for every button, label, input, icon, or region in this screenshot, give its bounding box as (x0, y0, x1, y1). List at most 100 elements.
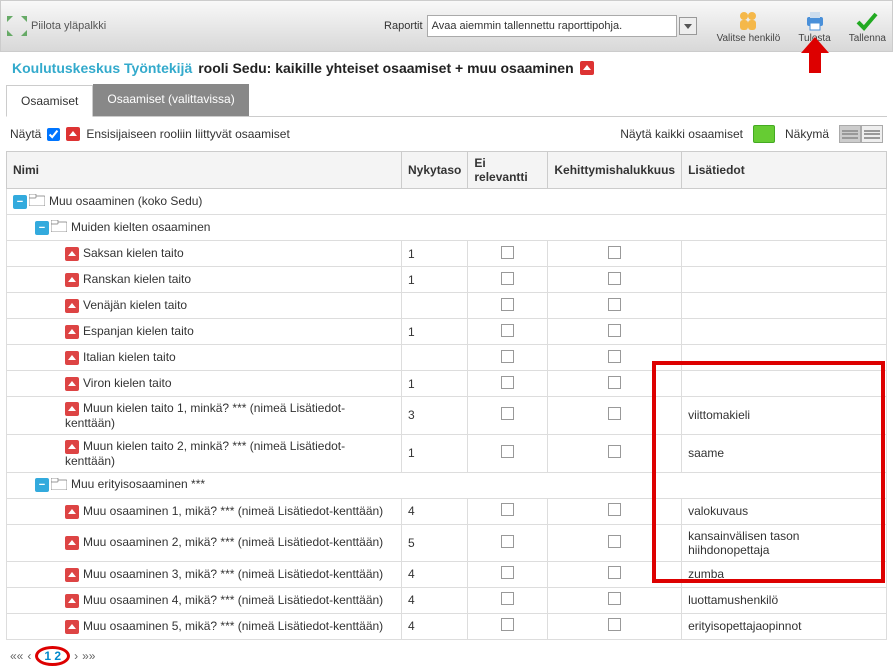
item-badge-icon (65, 594, 79, 608)
select-person-label: Valitse henkilö (717, 33, 781, 44)
info-cell[interactable] (682, 267, 887, 293)
level-cell[interactable]: 4 (402, 498, 468, 524)
develop-checkbox[interactable] (608, 445, 621, 458)
not-relevant-checkbox[interactable] (501, 246, 514, 259)
not-relevant-checkbox[interactable] (501, 324, 514, 337)
report-select[interactable]: Avaa aiemmin tallennettu raporttipohja. (427, 15, 677, 37)
level-cell[interactable]: 4 (402, 587, 468, 613)
item-name: Saksan kielen taito (83, 246, 184, 260)
develop-checkbox[interactable] (608, 376, 621, 389)
info-cell[interactable]: luottamushenkilö (682, 587, 887, 613)
col-name: Nimi (7, 152, 402, 189)
pager-last[interactable]: »» (82, 649, 95, 663)
level-cell[interactable]: 1 (402, 434, 468, 472)
develop-checkbox[interactable] (608, 592, 621, 605)
info-cell[interactable]: erityisopettajaopinnot (682, 613, 887, 639)
info-cell[interactable] (682, 241, 887, 267)
level-cell[interactable]: 1 (402, 319, 468, 345)
save-button[interactable]: Tallenna (849, 9, 886, 44)
info-cell[interactable]: zumba (682, 561, 887, 587)
item-name: Espanjan kielen taito (83, 324, 194, 338)
level-cell[interactable]: 4 (402, 561, 468, 587)
not-relevant-checkbox[interactable] (501, 407, 514, 420)
develop-checkbox[interactable] (608, 535, 621, 548)
develop-checkbox[interactable] (608, 566, 621, 579)
develop-checkbox[interactable] (608, 298, 621, 311)
page-title-row: Koulutuskeskus Työntekijä rooli Sedu: ka… (0, 52, 893, 84)
group-label: Muiden kielten osaaminen (71, 220, 210, 234)
item-badge-icon (65, 440, 79, 454)
report-select-value: Avaa aiemmin tallennettu raporttipohja. (432, 20, 623, 32)
develop-checkbox[interactable] (608, 246, 621, 259)
col-relevant: Ei relevantti (468, 152, 548, 189)
tab-competences[interactable]: Osaamiset (6, 85, 93, 117)
pager-page-1[interactable]: 1 (44, 649, 51, 663)
develop-checkbox[interactable] (608, 272, 621, 285)
not-relevant-checkbox[interactable] (501, 535, 514, 548)
filter-row: Näytä Ensisijaiseen rooliin liittyvät os… (0, 117, 893, 151)
col-develop: Kehittymishalukkuus (548, 152, 682, 189)
level-cell[interactable]: 3 (402, 397, 468, 435)
not-relevant-checkbox[interactable] (501, 618, 514, 631)
item-name: Muu osaaminen 3, mikä? *** (nimeä Lisäti… (83, 567, 383, 581)
pager-next[interactable]: › (74, 649, 78, 663)
develop-checkbox[interactable] (608, 503, 621, 516)
show-all-button[interactable] (753, 125, 775, 143)
people-icon (736, 9, 760, 33)
info-cell[interactable] (682, 319, 887, 345)
item-badge-icon (65, 505, 79, 519)
not-relevant-checkbox[interactable] (501, 376, 514, 389)
item-badge-icon (65, 273, 79, 287)
level-cell[interactable]: 1 (402, 241, 468, 267)
level-cell[interactable]: 1 (402, 371, 468, 397)
level-cell[interactable]: 5 (402, 524, 468, 561)
print-button[interactable]: Tulosta (798, 9, 830, 44)
view-compact-button[interactable] (861, 125, 883, 143)
info-cell[interactable] (682, 293, 887, 319)
info-cell[interactable]: saame (682, 434, 887, 472)
report-select-dropdown-button[interactable] (679, 17, 697, 35)
item-name: Muun kielen taito 2, minkä? *** (nimeä L… (65, 439, 345, 468)
not-relevant-checkbox[interactable] (501, 445, 514, 458)
pager-prev[interactable]: ‹ (27, 649, 31, 663)
info-cell[interactable]: valokuvaus (682, 498, 887, 524)
item-badge-icon (65, 325, 79, 339)
info-cell[interactable] (682, 345, 887, 371)
info-cell[interactable]: viittomakieli (682, 397, 887, 435)
hide-topbar-label[interactable]: Piilota yläpalkki (31, 20, 106, 32)
level-cell[interactable]: 1 (402, 267, 468, 293)
develop-checkbox[interactable] (608, 324, 621, 337)
item-badge-icon (65, 351, 79, 365)
item-name: Italian kielen taito (83, 350, 176, 364)
expand-icon[interactable] (7, 16, 27, 36)
tab-competences-available[interactable]: Osaamiset (valittavissa) (93, 84, 248, 116)
col-info: Lisätiedot (682, 152, 887, 189)
develop-checkbox[interactable] (608, 407, 621, 420)
not-relevant-checkbox[interactable] (501, 592, 514, 605)
not-relevant-checkbox[interactable] (501, 350, 514, 363)
select-person-button[interactable]: Valitse henkilö (717, 9, 781, 44)
item-name: Muu osaaminen 1, mikä? *** (nimeä Lisäti… (83, 504, 383, 518)
info-cell[interactable]: kansainvälisen tason hiihdonopettaja (682, 524, 887, 561)
info-cell[interactable] (682, 371, 887, 397)
level-cell[interactable]: 4 (402, 613, 468, 639)
level-cell[interactable] (402, 345, 468, 371)
collapse-toggle[interactable]: − (35, 221, 49, 235)
not-relevant-checkbox[interactable] (501, 272, 514, 285)
pager-page-2[interactable]: 2 (54, 649, 61, 663)
not-relevant-checkbox[interactable] (501, 566, 514, 579)
item-badge-icon (65, 402, 79, 416)
not-relevant-checkbox[interactable] (501, 503, 514, 516)
view-list-button[interactable] (839, 125, 861, 143)
develop-checkbox[interactable] (608, 618, 621, 631)
develop-checkbox[interactable] (608, 350, 621, 363)
collapse-toggle[interactable]: − (35, 478, 49, 492)
collapse-toggle[interactable]: − (13, 195, 27, 209)
item-badge-icon (65, 536, 79, 550)
pager-first[interactable]: «« (10, 649, 23, 663)
level-cell[interactable] (402, 293, 468, 319)
col-level: Nykytaso (402, 152, 468, 189)
primary-role-checkbox[interactable] (47, 128, 60, 141)
tabs: Osaamiset Osaamiset (valittavissa) (6, 84, 887, 117)
not-relevant-checkbox[interactable] (501, 298, 514, 311)
